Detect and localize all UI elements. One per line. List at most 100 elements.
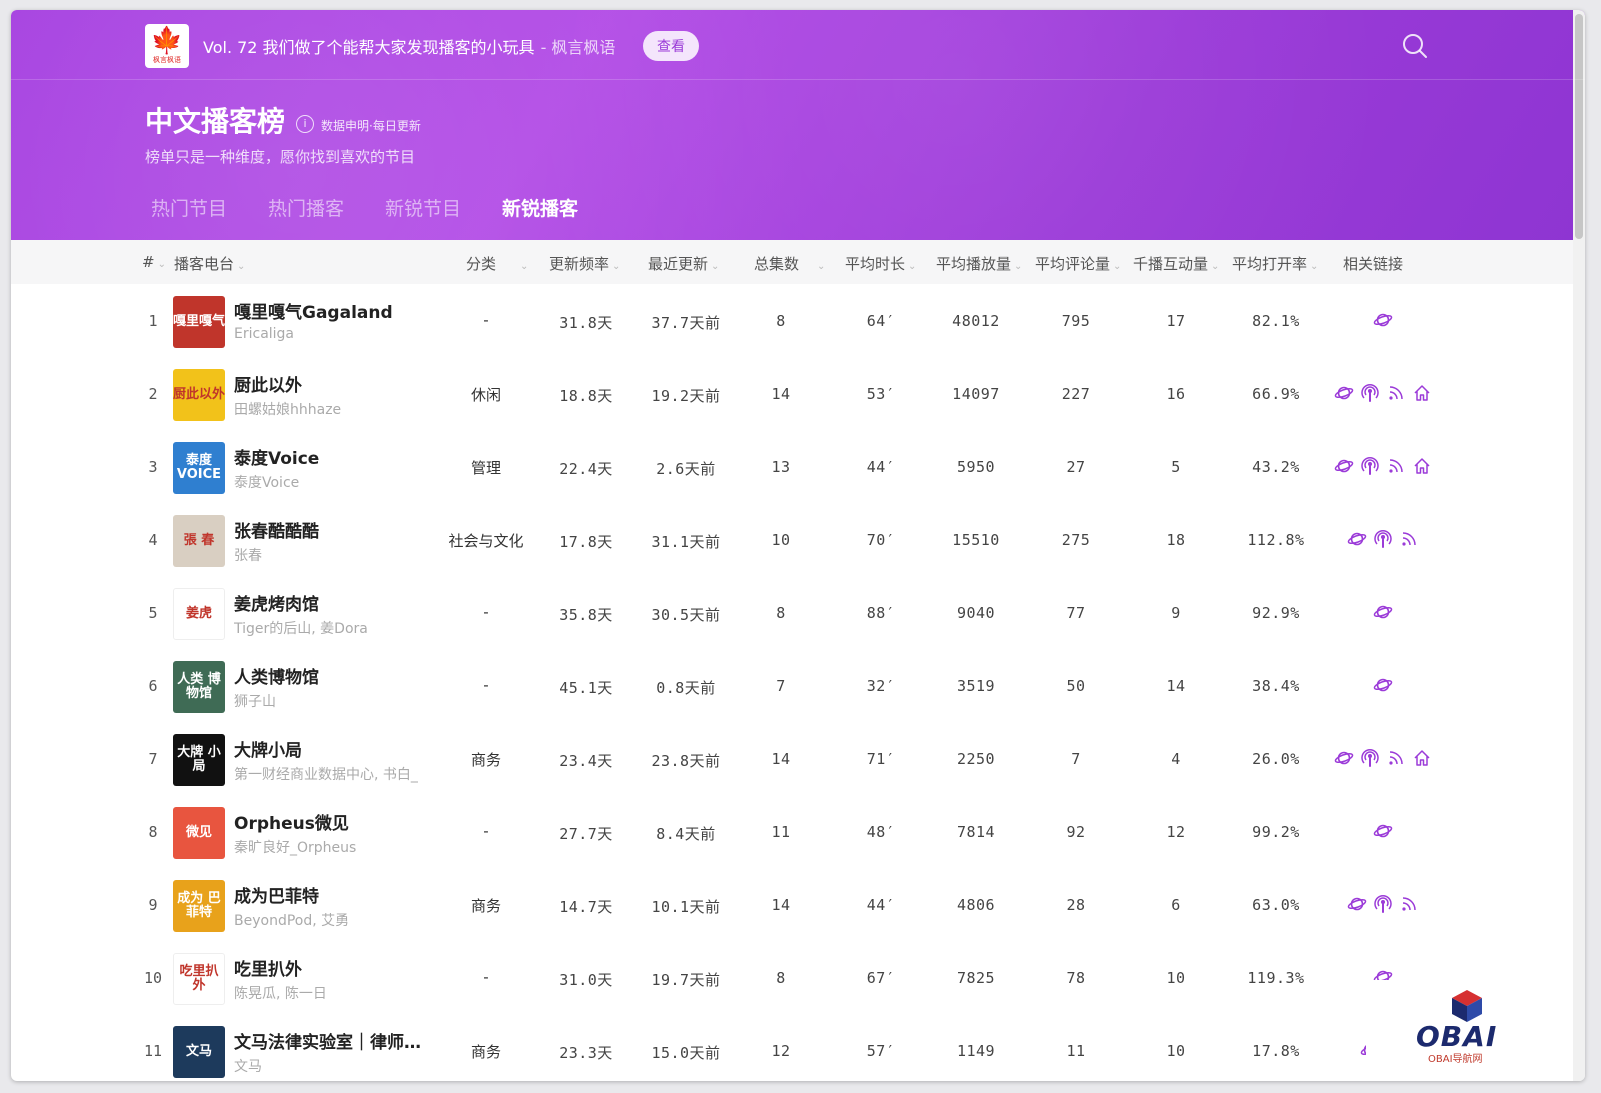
home-icon[interactable] [1412, 383, 1432, 403]
podcast-icon[interactable] [1360, 456, 1380, 476]
frequency-cell: 31.0天 [559, 971, 613, 989]
col-total[interactable]: 总集数 ⌄ [754, 253, 825, 274]
avg-comments-cell: 28 [1066, 896, 1086, 914]
rss-icon[interactable] [1399, 529, 1419, 549]
table-row[interactable]: 8 微见 Orpheus微见 秦旷良好_Orpheus - 27.7天 8.4天前 11 48′… [11, 795, 1585, 868]
podcast-name[interactable]: 张春酷酷酷 [234, 517, 319, 542]
avg-duration-cell: 44′ [866, 896, 896, 914]
podcast-cover[interactable]: 張 春 [173, 515, 225, 567]
podcast-name[interactable]: 成为巴菲特 [234, 882, 319, 907]
podcast-icon[interactable] [1373, 529, 1393, 549]
podcast-icon[interactable] [1360, 748, 1380, 768]
table-row[interactable]: 4 張 春 张春酷酷酷 张春 社会与文化 17.8天 31.1天前 10 70′ 15510 275… [11, 503, 1585, 576]
table-row[interactable]: 6 人类 博物馆 人类博物馆 狮子山 - 45.1天 0.8天前 7 32′ 3519 50 14 38… [11, 649, 1585, 722]
podcast-name[interactable]: 大牌小局 [234, 736, 302, 761]
podcast-author: 狮子山 [234, 694, 276, 710]
podcast-cover[interactable]: 成为 巴菲特 [173, 880, 225, 932]
table-row[interactable]: 9 成为 巴菲特 成为巴菲特 BeyondPod, 艾勇 商务 14.7天 10.1天前 14… [11, 868, 1585, 941]
home-icon[interactable] [1412, 748, 1432, 768]
table-row[interactable]: 2 厨此以外 厨此以外 田螺姑娘hhhaze 休闲 18.8天 19.2天前 14 53′ 140… [11, 357, 1585, 430]
recent-update-cell: 37.7天前 [651, 314, 721, 332]
maple-leaf-icon: 🍁 [150, 25, 184, 56]
podcast-name[interactable]: 泰度Voice [234, 444, 319, 469]
cover-text: 文马 [185, 1043, 212, 1059]
search-icon[interactable] [1401, 32, 1429, 60]
col-podcast[interactable]: 播客电台 ⌄ [174, 253, 245, 274]
col-recent[interactable]: 最近更新 ⌄ [648, 253, 719, 274]
podcast-cover[interactable]: 人类 博物馆 [173, 661, 225, 713]
col-interaction[interactable]: 千播互动量 ⌄ [1133, 253, 1219, 274]
planet-icon[interactable] [1373, 821, 1393, 841]
rss-icon[interactable] [1386, 383, 1406, 403]
scrollbar[interactable] [1573, 10, 1585, 1081]
podcast-name[interactable]: 嘎里嘎气Gagaland [234, 298, 393, 323]
tab-hot-episodes[interactable]: 热门节目 [151, 194, 227, 221]
tab-new-episodes[interactable]: 新锐节目 [385, 194, 461, 221]
cube-logo-icon [1452, 990, 1482, 1022]
avg-comments-cell: 78 [1066, 969, 1086, 987]
col-rank[interactable]: # ⌄ [142, 253, 166, 271]
podcast-name[interactable]: 厨此以外 [234, 371, 302, 396]
podcast-name[interactable]: 文马法律实验室｜律师… [234, 1028, 421, 1053]
rank-number: 2 [148, 385, 158, 403]
col-duration[interactable]: 平均时长 ⌄ [845, 253, 916, 274]
ranking-tabs: 热门节目 热门播客 新锐节目 新锐播客 [151, 194, 619, 221]
open-rate-cell: 43.2% [1252, 458, 1300, 476]
podcast-name[interactable]: 吃里扒外 [234, 955, 302, 980]
planet-icon[interactable] [1334, 383, 1354, 403]
podcast-cover[interactable]: 大牌 小局 [173, 734, 225, 786]
tab-new-podcasts[interactable]: 新锐播客 [502, 194, 578, 221]
podcast-cover[interactable]: 吃里扒外 [173, 953, 225, 1005]
podcast-cover[interactable]: 微见 [173, 807, 225, 859]
frequency-cell: 18.8天 [559, 387, 613, 405]
rss-icon[interactable] [1386, 748, 1406, 768]
announcement[interactable]: Vol. 72 我们做了个能帮大家发现播客的小玩具 - 枫言枫语 [203, 34, 615, 58]
planet-icon[interactable] [1373, 602, 1393, 622]
table-row[interactable]: 5 姜虎 姜虎烤肉馆 Tiger的后山, 姜Dora - 35.8天 30.5天前 8 88′ 9… [11, 576, 1585, 649]
planet-icon[interactable] [1373, 310, 1393, 330]
avg-comments-cell: 27 [1066, 458, 1086, 476]
interaction-cell: 10 [1166, 1042, 1186, 1060]
podcast-cover[interactable]: 文马 [173, 1026, 225, 1078]
col-comments[interactable]: 平均评论量 ⌄ [1035, 253, 1121, 274]
podcast-cover[interactable]: 嘎里嘎气 [173, 296, 225, 348]
col-open-rate[interactable]: 平均打开率 ⌄ [1232, 253, 1318, 274]
podcast-name[interactable]: 人类博物馆 [234, 663, 319, 688]
podcast-cover[interactable]: 厨此以外 [173, 369, 225, 421]
col-plays[interactable]: 平均播放量 ⌄ [936, 253, 1022, 274]
home-icon[interactable] [1412, 456, 1432, 476]
tab-hot-podcasts[interactable]: 热门播客 [268, 194, 344, 221]
frequency-cell: 14.7天 [559, 898, 613, 916]
podcast-author: BeyondPod, 艾勇 [234, 913, 350, 929]
related-links [1373, 602, 1393, 624]
table-row[interactable]: 3 泰度 VOICE 泰度Voice 泰度Voice 管理 22.4天 2.6天前 13 44′… [11, 430, 1585, 503]
table-row[interactable]: 10 吃里扒外 吃里扒外 陈晃瓜, 陈一日 - 31.0天 19.7天前 8 67′ 7825 78… [11, 941, 1585, 1014]
view-button[interactable]: 查看 [643, 31, 699, 61]
podcast-name[interactable]: Orpheus微见 [234, 809, 349, 834]
podcast-cover[interactable]: 姜虎 [173, 588, 225, 640]
col-frequency[interactable]: 更新频率 ⌄ [549, 253, 620, 274]
podcast-icon[interactable] [1360, 383, 1380, 403]
interaction-cell: 10 [1166, 969, 1186, 987]
podcast-name[interactable]: 姜虎烤肉馆 [234, 590, 319, 615]
planet-icon[interactable] [1334, 456, 1354, 476]
podcast-author: 张春 [234, 548, 262, 564]
data-statement-link[interactable]: 数据申明·每日更新 [321, 117, 421, 134]
planet-icon[interactable] [1373, 675, 1393, 695]
podcast-cover[interactable]: 泰度 VOICE [173, 442, 225, 494]
total-episodes-cell: 14 [771, 750, 791, 768]
rss-icon[interactable] [1386, 456, 1406, 476]
info-icon[interactable]: i [296, 115, 314, 133]
open-rate-cell: 99.2% [1252, 823, 1300, 841]
col-category[interactable]: 分类 ⌄ [466, 253, 528, 274]
table-row[interactable]: 1 嘎里嘎气 嘎里嘎气Gagaland Ericaliga - 31.8天 37.7天前 8 6… [11, 284, 1585, 357]
planet-icon[interactable] [1347, 529, 1367, 549]
planet-icon[interactable] [1334, 748, 1354, 768]
table-row[interactable]: 11 文马 文马法律实验室｜律师… 文马 商务 23.3天 15.0天前 12 57′ 1149 1… [11, 1014, 1585, 1081]
table-row[interactable]: 7 大牌 小局 大牌小局 第一财经商业数据中心, 书白_ 商务 23.4天 23.8天前 14… [11, 722, 1585, 795]
rank-number: 5 [148, 604, 158, 622]
fengyan-logo[interactable]: 🍁 枫言枫语 [145, 24, 189, 68]
podcast-icon[interactable] [1373, 894, 1393, 914]
rss-icon[interactable] [1399, 894, 1419, 914]
planet-icon[interactable] [1347, 894, 1367, 914]
